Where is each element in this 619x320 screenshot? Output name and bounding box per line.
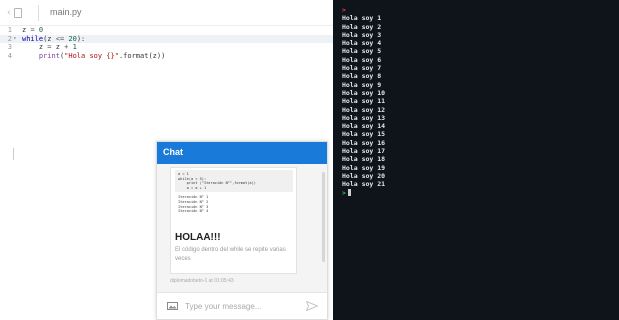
file-tab-main-py[interactable]: main.py — [50, 7, 82, 17]
code-token: <= — [55, 34, 65, 43]
snippet-code-line: a = a + 1 — [178, 185, 207, 190]
code-token: 20 — [64, 34, 77, 43]
console-input-prompt: > — [342, 188, 346, 197]
console-line: Hola soy 5 — [342, 47, 382, 56]
console-line: Hola soy 15 — [342, 130, 386, 139]
snippet-output: Iteración N° 1 Iteración N° 2 Iteración N°… — [175, 192, 293, 213]
console-output: > Hola soy 1 Hola soy 2 Hola soy 3 Hola soy… — [342, 6, 385, 197]
code-area[interactable]: 1z = 0 2 ▾ while(z <= 20): 3 z = z + 14 prin… — [0, 26, 333, 60]
code-token: z — [22, 43, 48, 51]
console-line: Hola soy 1 — [342, 14, 382, 23]
console-line: Hola soy 13 — [342, 113, 386, 122]
console-line: Hola soy 19 — [342, 163, 386, 172]
console-line: Hola soy 7 — [342, 64, 382, 73]
code-line[interactable]: 4 print("Hola soy {}".format(z)) — [0, 52, 333, 61]
tab-nav-controls[interactable]: ‹ — [7, 7, 22, 19]
console-line: Hola soy 2 — [342, 22, 382, 31]
console-line: Hola soy 18 — [342, 155, 386, 164]
code-line[interactable]: 1 z = 0 — [0, 26, 333, 35]
code-token: ): — [76, 34, 86, 43]
code-text: print("Hola soy {}".format(z)) — [22, 52, 165, 61]
message-text: El código dentro del while se repite var… — [175, 247, 286, 262]
console-line: Hola soy 17 — [342, 147, 386, 156]
code-token: 0 — [34, 26, 44, 34]
console-line: Hola soy 21 — [342, 180, 386, 189]
message-timestamp: diplomadobeto-1 at 01:05:43 — [170, 278, 234, 284]
chat-input-bar — [157, 292, 327, 319]
code-token: (z — [43, 34, 56, 43]
chat-message-input[interactable] — [185, 298, 285, 314]
console-pane[interactable]: > Hola soy 1 Hola soy 2 Hola soy 3 Hola soy… — [333, 0, 619, 320]
image-attach-icon[interactable] — [167, 302, 178, 310]
console-line: Hola soy 6 — [342, 55, 382, 64]
chat-scrollbar[interactable] — [322, 172, 325, 262]
chat-message: a = 1 while(a < 5): print ("Iteración N°"… — [170, 167, 297, 274]
back-arrow-icon[interactable]: ‹ — [7, 8, 11, 18]
code-line[interactable]: 2 ▾ while(z <= 20): — [0, 34, 333, 44]
console-line: Hola soy 8 — [342, 72, 382, 81]
send-icon[interactable] — [306, 301, 318, 311]
message-heading: HOLAA!!! — [175, 232, 221, 243]
code-line[interactable]: 3 z = z + 1 — [0, 43, 333, 52]
code-token: "Hola soy {}" — [64, 51, 119, 60]
code-token: .format(z)) — [118, 51, 166, 60]
snippet-code: a = 1 while(a < 5): print ("Iteración N°"… — [175, 170, 293, 193]
snippet-output-line: Iteración N° 4 — [178, 209, 209, 214]
chat-messages[interactable]: a = 1 while(a < 5): print ("Iteración N°"… — [157, 164, 327, 292]
console-line: Hola soy 14 — [342, 122, 386, 131]
code-token: z — [51, 43, 65, 51]
console-line: Hola soy 3 — [342, 30, 382, 39]
console-prompt-top: > — [342, 6, 346, 14]
console-line: Hola soy 11 — [342, 97, 386, 106]
fold-arrow-icon[interactable]: ▾ — [13, 35, 17, 44]
code-token: 1 — [68, 43, 77, 51]
editor-tab-bar: ‹ main.py — [0, 0, 333, 26]
code-text: z = z + 1 — [22, 43, 77, 52]
tab-divider — [38, 5, 39, 21]
code-token: while — [22, 34, 44, 43]
line-number: 1 — [7, 26, 12, 34]
chat-widget[interactable]: Chat a = 1 while(a < 5): print ("Iteració… — [156, 141, 328, 320]
console-line: Hola soy 4 — [342, 39, 382, 48]
line-number: 3 — [7, 43, 12, 51]
console-line: Hola soy 9 — [342, 80, 382, 89]
resize-handle[interactable] — [13, 148, 14, 160]
line-number: 4 — [7, 51, 12, 60]
file-icon — [13, 8, 22, 18]
console-line: Hola soy 16 — [342, 138, 386, 147]
message-code-screenshot: a = 1 while(a < 5): print ("Iteración N°"… — [175, 170, 293, 230]
console-cursor[interactable] — [347, 188, 351, 196]
code-token: print — [38, 51, 60, 60]
console-line: Hola soy 10 — [342, 88, 386, 97]
chat-title: Chat — [163, 147, 183, 157]
code-text: z = 0 — [22, 26, 43, 35]
console-line: Hola soy 12 — [342, 105, 386, 114]
console-line: Hola soy 20 — [342, 171, 386, 180]
line-number: 2 — [7, 34, 12, 43]
chat-header[interactable]: Chat — [157, 142, 327, 164]
code-text: while(z <= 20): — [22, 35, 85, 44]
